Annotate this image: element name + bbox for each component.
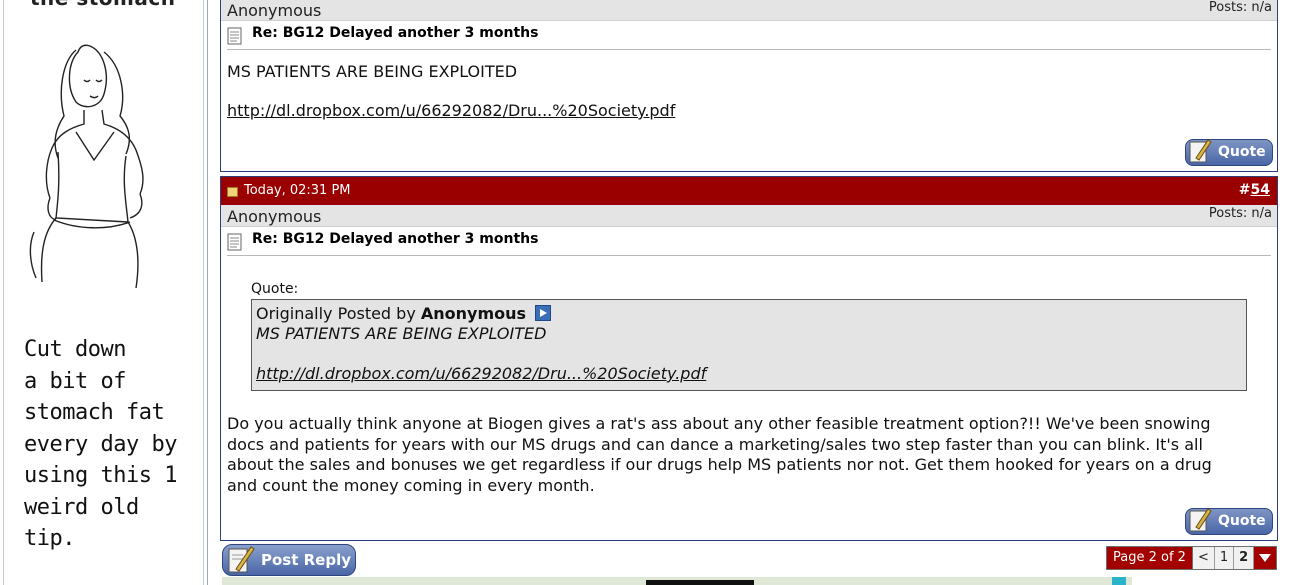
- post-link[interactable]: http://dl.dropbox.com/u/66292082/Dru...%…: [227, 101, 675, 120]
- content-divider: [207, 0, 208, 585]
- post-separator: [227, 49, 1271, 50]
- post-title: Re: BG12 Delayed another 3 months: [252, 25, 539, 41]
- post-body: MS PATIENTS ARE BEING EXPLOITED http://d…: [221, 62, 1277, 120]
- post-title-row: Re: BG12 Delayed another 3 months: [221, 227, 1277, 255]
- quote-button[interactable]: Quote: [1185, 139, 1273, 166]
- forum-post: Anonymous Posts: n/a Re: BG12 Delayed an…: [220, 0, 1278, 172]
- quote-button-label: Quote: [1218, 144, 1266, 160]
- post-body-line: about the sales and bonuses we get regar…: [227, 455, 1212, 474]
- quote-pencil-icon: [1189, 139, 1212, 163]
- current-page: 2: [1234, 547, 1255, 569]
- sidebar-ad[interactable]: the stomach Cut down a bit of stomach fa…: [0, 0, 210, 585]
- post-number: #54: [1238, 182, 1270, 198]
- post-number-link[interactable]: 54: [1251, 182, 1270, 198]
- post-body-line: Do you actually think anyone at Biogen g…: [227, 414, 1211, 433]
- pagination: Page 2 of 2 < 1 2: [1106, 546, 1278, 570]
- post-user-bar: Anonymous Posts: n/a: [221, 205, 1277, 227]
- prev-page-link[interactable]: <: [1192, 547, 1215, 569]
- post-reply-button[interactable]: Post Reply: [222, 544, 356, 576]
- post-reply-label: Post Reply: [261, 551, 351, 569]
- reply-pencil-icon: [228, 546, 255, 573]
- post-user-bar: Anonymous Posts: n/a: [221, 0, 1277, 21]
- quote-link[interactable]: http://dl.dropbox.com/u/66292082/Dru...%…: [256, 364, 706, 383]
- post-document-icon: [227, 233, 242, 251]
- post-status-icon: [227, 187, 238, 197]
- ad-top-text: the stomach: [30, 0, 175, 10]
- post-body: Do you actually think anyone at Biogen g…: [221, 414, 1212, 496]
- post-title: Re: BG12 Delayed another 3 months: [252, 231, 539, 247]
- quote-heading: Quote:: [251, 281, 299, 297]
- banner-dark-bar: [646, 580, 754, 585]
- quoted-post: Originally Posted by Anonymous MS PATIEN…: [251, 299, 1247, 391]
- page-info: Page 2 of 2: [1107, 547, 1193, 569]
- post-count: Posts: n/a: [1208, 206, 1272, 221]
- banner-ad-choices-icon[interactable]: [1112, 577, 1126, 585]
- quote-button[interactable]: Quote: [1185, 508, 1273, 535]
- post-date-bar: Today, 02:31 PM #54: [221, 177, 1277, 205]
- post-body-line: docs and patients for years with our MS …: [227, 434, 1203, 454]
- post-date: Today, 02:31 PM: [244, 183, 351, 198]
- post-separator: [227, 255, 1271, 256]
- post-body-line: and count the money coming in every mont…: [227, 475, 595, 495]
- view-post-arrow-icon[interactable]: [535, 305, 552, 321]
- quote-attribution: Originally Posted by Anonymous: [256, 304, 552, 323]
- post-body-line: MS PATIENTS ARE BEING EXPLOITED: [227, 62, 518, 81]
- page-1-link[interactable]: 1: [1214, 547, 1235, 569]
- quote-author: Anonymous: [420, 304, 527, 323]
- post-title-row: Re: BG12 Delayed another 3 months: [221, 21, 1277, 49]
- post-count: Posts: n/a: [1208, 0, 1272, 15]
- quote-pencil-icon: [1189, 508, 1212, 532]
- post-document-icon: [227, 27, 242, 45]
- quote-text: MS PATIENTS ARE BEING EXPLOITED: [256, 324, 547, 343]
- ad-copy-text: Cut down a bit of stomach fat every day …: [24, 337, 177, 551]
- post-username[interactable]: Anonymous: [227, 207, 321, 226]
- forum-post: Today, 02:31 PM #54 Anonymous Posts: n/a…: [220, 176, 1278, 541]
- ad-woman-illustration: [29, 44, 144, 289]
- ad-border-left: [3, 0, 4, 585]
- ad-border-right: [203, 0, 204, 585]
- post-username[interactable]: Anonymous: [227, 1, 321, 20]
- quote-button-label: Quote: [1218, 513, 1266, 529]
- page-menu-dropdown-icon[interactable]: [1254, 547, 1277, 569]
- bottom-ad-banner[interactable]: [222, 577, 1132, 585]
